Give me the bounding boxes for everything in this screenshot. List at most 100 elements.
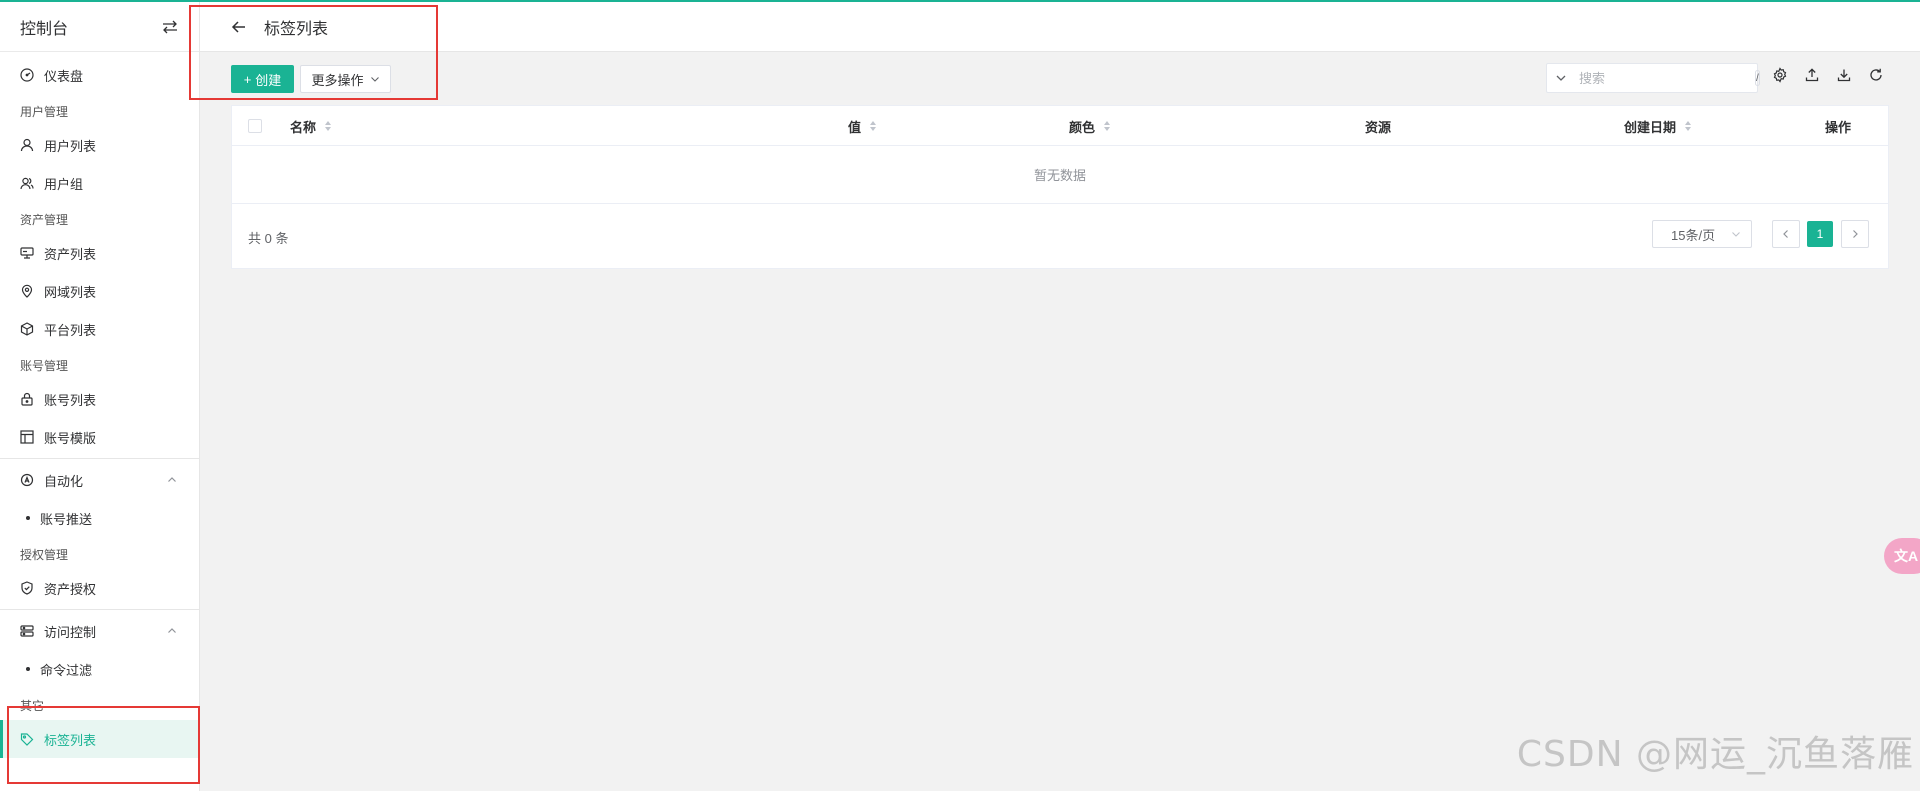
back-arrow-icon[interactable] [230,18,248,36]
sidebar-item-platform-list[interactable]: 平台列表 [0,310,199,348]
server-icon [20,246,34,260]
divider [0,609,199,610]
floating-translate-button[interactable]: 文A [1884,538,1920,574]
column-header-value[interactable]: 值 [848,106,877,146]
sidebar-item-label: 用户组 [44,176,84,192]
column-header-color[interactable]: 颜色 [1069,106,1111,146]
page-number-current[interactable]: 1 [1807,221,1833,247]
sidebar-item-tag-list[interactable]: 标签列表 [0,720,199,758]
translate-icon: 文A [1894,548,1919,564]
sort-icon[interactable] [1684,120,1692,132]
sidebar: 控制台 仪表盘 用户管理 用户列表 用户组 资产管理 资产列表 网域列表 平台列… [0,2,200,791]
page-header: 标签列表 [200,2,1920,52]
sidebar-header: 控制台 [0,2,199,52]
sidebar-item-asset-list[interactable]: 资产列表 [0,234,199,272]
lock-icon [20,392,34,406]
empty-state: 暂无数据 [232,146,1888,204]
sidebar-item-label: 资产列表 [44,246,97,262]
access-control-icon [20,624,34,638]
column-label: 值 [848,119,862,135]
sidebar-item-access-control[interactable]: 访问控制 [0,612,199,650]
top-accent-line [0,0,1920,2]
toolbar: + 创建 更多操作 / [231,63,1889,95]
column-header-name[interactable]: 名称 [290,106,332,146]
select-all-checkbox[interactable] [248,119,262,133]
group-label-account-management: 账号管理 [20,359,69,373]
tag-table: 名称 值 颜色 资源 创建日期 操作 暂无数据 共 0 条 15条/页 1 [231,105,1889,269]
sidebar-item-user-list[interactable]: 用户列表 [0,126,199,164]
sidebar-subitem-command-filter[interactable]: 命令过滤 [0,650,199,688]
settings-gear-icon[interactable] [1772,67,1788,83]
sidebar-item-label: 账号模版 [44,430,97,446]
sort-icon[interactable] [1103,120,1111,132]
sidebar-item-label: 平台列表 [44,322,97,338]
dashboard-icon [20,68,34,82]
user-group-icon [20,176,34,190]
group-label-other: 其它 [20,699,45,713]
template-icon [20,430,34,444]
chevron-up-icon [167,473,177,488]
sidebar-item-dashboard[interactable]: 仪表盘 [0,56,199,94]
sidebar-item-asset-permission[interactable]: 资产授权 [0,569,199,607]
page-size-value: 15条/页 [1671,227,1716,243]
create-button[interactable]: + 创建 [231,65,294,93]
sidebar-item-label: 资产授权 [44,581,97,597]
sidebar-title: 控制台 [20,20,69,38]
chevron-down-icon[interactable] [1555,72,1567,84]
cube-icon [20,322,34,336]
chevron-right-icon [1850,227,1860,242]
sidebar-item-label: 网域列表 [44,284,97,300]
next-page-button[interactable] [1841,220,1869,248]
table-tools [1772,67,1884,83]
more-actions-dropdown[interactable]: 更多操作 [300,65,391,93]
create-button-label: 创建 [255,72,282,88]
column-label: 操作 [1825,119,1852,135]
watermark: CSDN @网运_沉鱼落雁 [1516,734,1914,775]
chevron-left-icon [1781,227,1791,242]
sort-icon[interactable] [869,120,877,132]
upload-icon[interactable] [1804,67,1820,83]
sidebar-subitem-label: 账号推送 [40,511,93,527]
group-label-authorization: 授权管理 [20,548,69,562]
table-header: 名称 值 颜色 资源 创建日期 操作 [232,106,1888,146]
group-label-user-management: 用户管理 [20,105,69,119]
refresh-icon[interactable] [1868,67,1884,83]
swap-icon[interactable] [161,18,179,36]
table-footer: 共 0 条 15条/页 1 [232,204,1888,268]
sidebar-item-account-template[interactable]: 账号模版 [0,418,199,456]
prev-page-button[interactable] [1772,220,1800,248]
chevron-down-icon [370,72,380,87]
shortcut-key-badge: / [1755,70,1760,86]
bullet-dot [26,667,30,671]
chevron-up-icon [167,624,177,639]
sidebar-item-label: 访问控制 [44,624,97,640]
shield-icon [20,581,34,595]
chevron-down-icon [1731,227,1741,242]
more-actions-label: 更多操作 [311,72,364,88]
sidebar-item-automation[interactable]: 自动化 [0,461,199,499]
total-count: 共 0 条 [248,231,289,246]
select-all-checkbox-cell [248,106,262,146]
plus-icon: + [243,71,252,87]
column-label: 创建日期 [1624,119,1677,135]
group-label-asset-management: 资产管理 [20,213,69,227]
user-icon [20,138,34,152]
divider [0,458,199,459]
download-icon[interactable] [1836,67,1852,83]
column-label: 资源 [1365,119,1392,135]
sidebar-subitem-account-push[interactable]: 账号推送 [0,499,199,537]
column-header-created-date[interactable]: 创建日期 [1624,106,1692,146]
tag-icon [20,732,34,746]
sidebar-item-label: 账号列表 [44,392,97,408]
sidebar-item-user-group[interactable]: 用户组 [0,164,199,202]
search-input[interactable] [1579,70,1755,86]
sidebar-item-account-list[interactable]: 账号列表 [0,380,199,418]
sidebar-item-label: 用户列表 [44,138,97,154]
column-header-resource: 资源 [1365,106,1391,146]
sidebar-item-domain-list[interactable]: 网域列表 [0,272,199,310]
sort-icon[interactable] [324,120,332,132]
location-icon [20,284,34,298]
page-title: 标签列表 [264,20,329,38]
page-size-select[interactable]: 15条/页 [1652,220,1752,248]
column-label: 名称 [290,119,317,135]
